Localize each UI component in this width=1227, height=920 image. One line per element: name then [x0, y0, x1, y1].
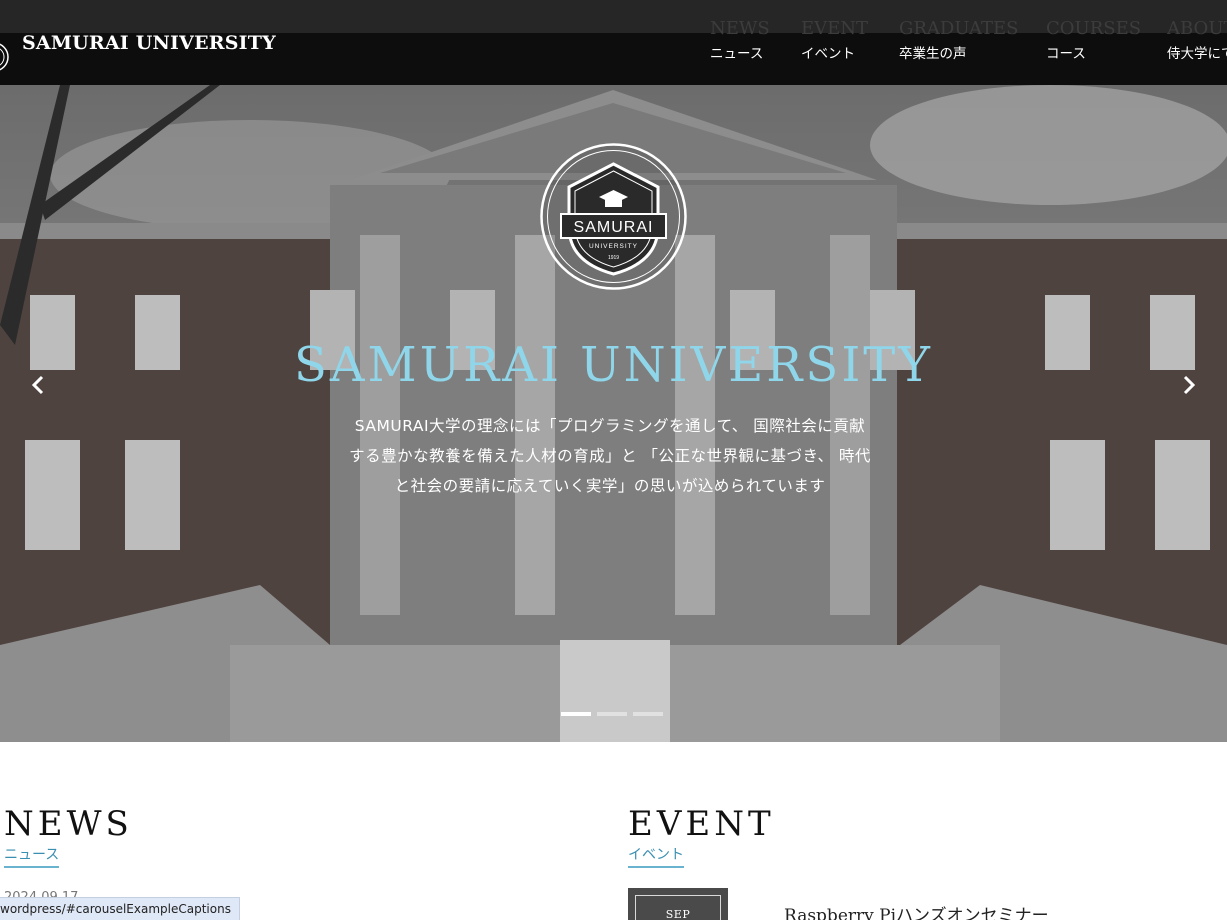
emblem-text: SAMURAI	[574, 219, 654, 236]
emblem-sub: UNIVERSITY	[589, 243, 638, 250]
carousel-indicator[interactable]	[633, 712, 663, 716]
carousel-next-icon[interactable]	[1177, 373, 1201, 397]
news-subtitle: ニュース	[4, 846, 60, 868]
emblem-year: 1919	[608, 255, 619, 261]
event-date-badge: SEP	[628, 888, 728, 920]
university-logo-icon	[0, 43, 9, 71]
hero-title: SAMURAI UNIVERSITY	[294, 337, 933, 393]
event-item-title[interactable]: Raspberry Piハンズオンセミナー	[784, 901, 1049, 920]
university-emblem-icon: SAMURAI UNIVERSITY 1919	[540, 143, 687, 290]
nav-item-about[interactable]: ABOUT 侍大学にて	[1167, 19, 1227, 64]
event-date-frame: SEP	[635, 895, 721, 920]
nav-label-en: COURSES	[1046, 18, 1142, 39]
event-title: EVENT	[628, 804, 775, 844]
nav-label-en: GRADUATES	[899, 18, 1019, 39]
carousel-prev-icon[interactable]	[26, 373, 50, 397]
brand-name: SAMURAI UNIVERSITY	[22, 32, 276, 54]
nav-item-courses[interactable]: COURSES コース	[1046, 19, 1141, 64]
nav-item-graduates[interactable]: GRADUATES 卒業生の声	[899, 19, 1018, 64]
news-title: NEWS	[4, 804, 133, 844]
carousel-indicator[interactable]	[561, 712, 591, 716]
event-subtitle: イベント	[628, 846, 684, 868]
nav-label-jp: コース	[1046, 46, 1086, 62]
nav-item-news[interactable]: NEWS ニュース	[710, 19, 770, 64]
hero-caption-line: SAMURAI大学の理念には「プログラミングを通して、 国際社会に貢献	[354, 417, 866, 435]
nav-label-jp: 卒業生の声	[899, 46, 967, 62]
nav-label-en: EVENT	[801, 18, 869, 39]
hero-caption-line: と社会の要請に応えていく実学」の思いが込められています	[394, 477, 826, 495]
event-month: SEP	[665, 908, 691, 920]
carousel-indicators	[561, 712, 663, 716]
hero-carousel[interactable]: SAMURAI UNIVERSITY 1919 SAMURAI UNIVERSI…	[0, 85, 1227, 742]
nav-label-en: NEWS	[710, 18, 770, 39]
nav-item-event[interactable]: EVENT イベント	[801, 19, 868, 64]
hero-caption-line: する豊かな教養を備えた人材の育成」と 「公正な世界観に基づき、 時代	[349, 447, 871, 465]
event-section-header: EVENT イベント	[628, 806, 775, 868]
nav-label-jp: ニュース	[710, 46, 764, 62]
nav-label-jp: 侍大学にて	[1167, 46, 1227, 62]
news-section-header: NEWS ニュース	[4, 806, 133, 868]
nav-label-en: ABOUT	[1167, 18, 1227, 39]
browser-top-strip	[0, 0, 1227, 33]
link-status-bar: wordpress/#carouselExampleCaptions	[0, 897, 240, 920]
site-header: SAMURAI UNIVERSITY NEWS ニュース EVENT イベント …	[0, 19, 1227, 85]
nav-label-jp: イベント	[801, 46, 855, 62]
hero-caption: SAMURAI大学の理念には「プログラミングを通して、 国際社会に貢献 する豊か…	[300, 411, 920, 501]
carousel-indicator[interactable]	[597, 712, 627, 716]
